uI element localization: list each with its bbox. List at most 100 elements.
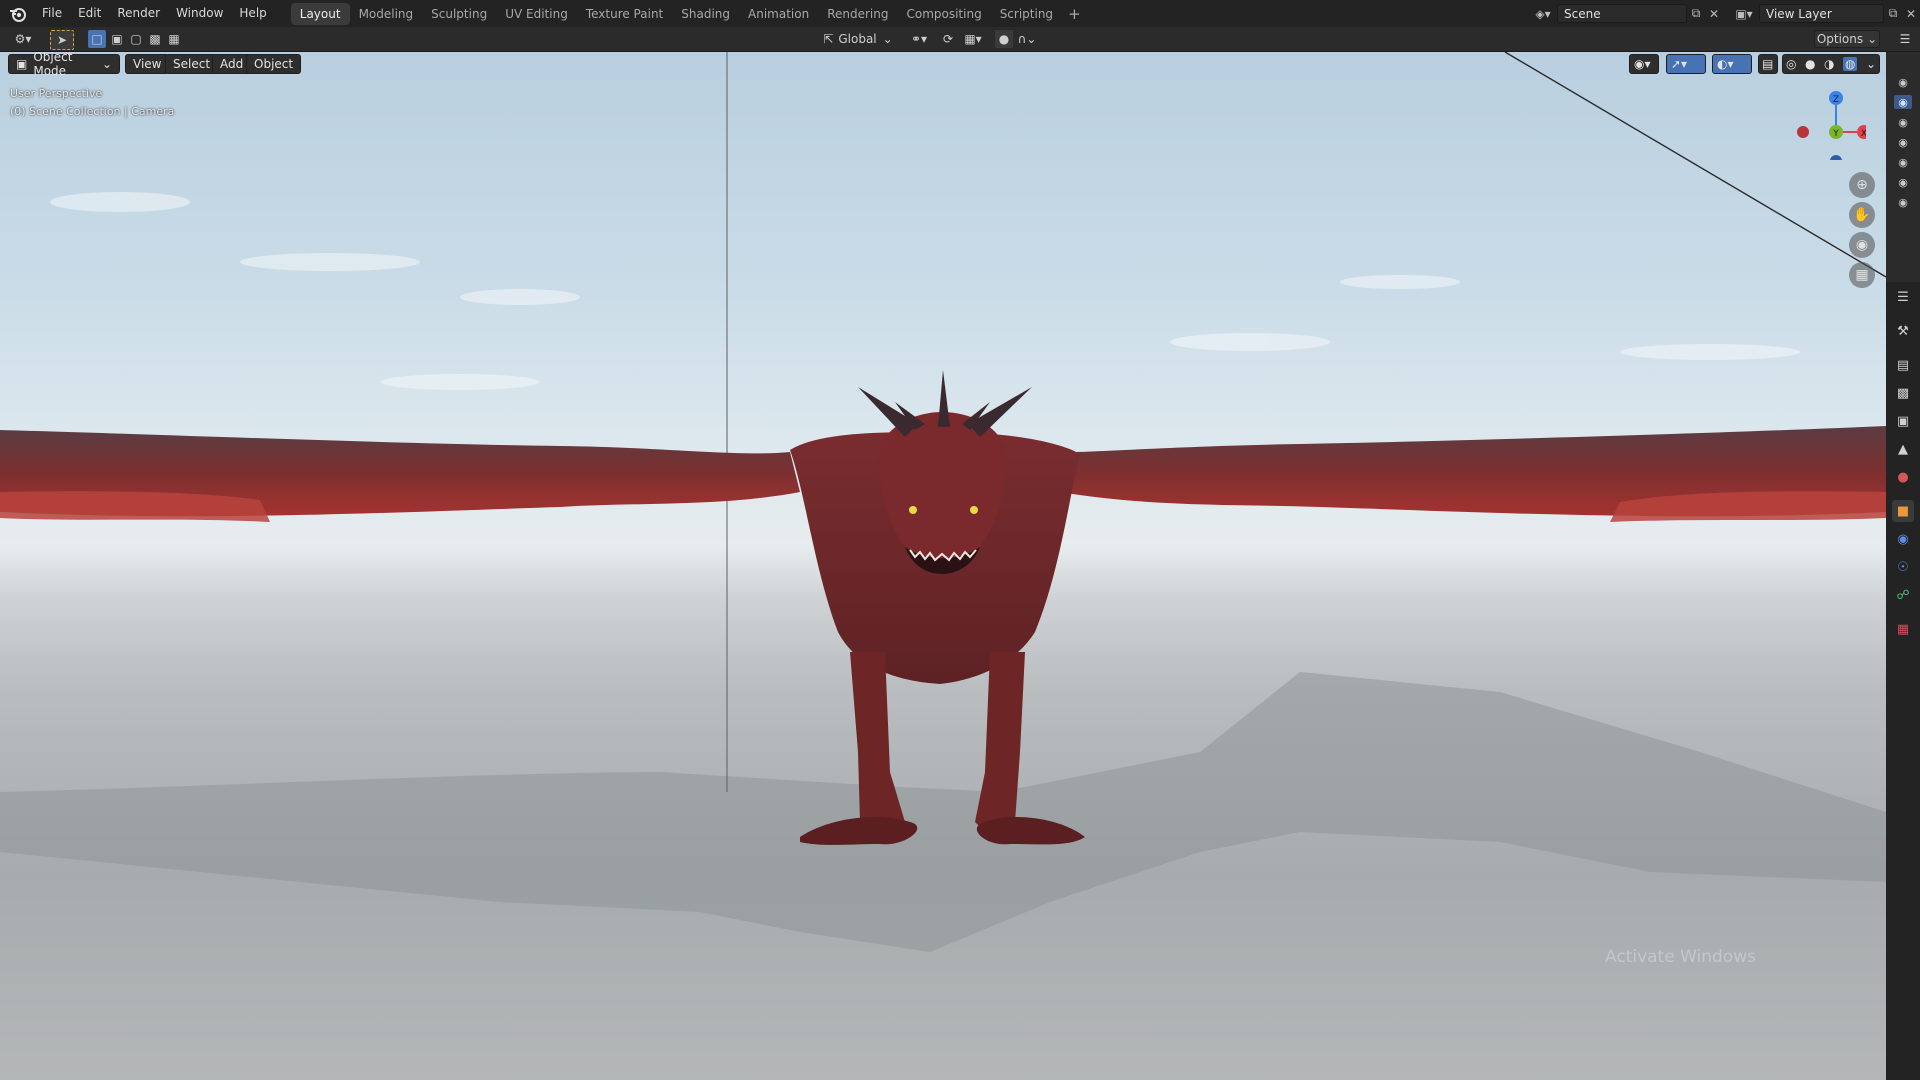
add-menu-label: Add [220,57,244,71]
transform-orientation-dropdown[interactable]: ⇱ Global ⌄ [818,30,898,48]
view-menu-label: View [133,57,162,71]
render-properties-icon[interactable]: ▤ [1892,354,1914,376]
delete-scene-icon[interactable]: ✕ [1705,5,1723,23]
scene-properties-icon[interactable]: ▲ [1892,438,1914,460]
world-properties-icon[interactable]: ● [1892,466,1914,488]
proportional-edit-icon[interactable]: ● [995,30,1013,48]
new-view-layer-icon[interactable]: ⧉ [1884,5,1902,23]
select-menu-label: Select [173,57,211,71]
editor-type-icon[interactable]: ⚙▾ [8,30,38,48]
menu-render[interactable]: Render [109,0,168,27]
options-label: Options [1816,32,1864,46]
tab-shading[interactable]: Shading [672,3,739,25]
solid-shading-icon[interactable]: ● [1805,57,1815,71]
view-layer-name-field[interactable]: View Layer [1759,4,1884,23]
camera-visibility-icon[interactable]: ◉ [1894,115,1912,129]
snap-toggle-icon[interactable]: ⟳ [939,30,957,48]
tab-scripting[interactable]: Scripting [991,3,1062,25]
scene-selector-group: ◈▾ Scene ⧉ ✕ ▣▾ View Layer ⧉ ✕ [1529,3,1920,24]
outliner-editor-icon[interactable]: ☰ [1896,30,1914,48]
xray-toggle-icon[interactable]: ▤ [1758,54,1778,74]
select-subtract-icon[interactable]: ▢ [127,30,145,48]
activate-windows-watermark: Activate Windows [1605,947,1756,967]
object-mode-dropdown[interactable]: ▣ Object Mode ⌄ [8,52,120,78]
scene-name-field[interactable]: Scene [1557,4,1687,23]
tab-uv-editing[interactable]: UV Editing [496,3,577,25]
scene-name: Scene [1564,6,1601,21]
view-layer-browse-icon[interactable]: ▣▾ [1729,5,1759,23]
tab-compositing[interactable]: Compositing [897,3,990,25]
physics-properties-icon[interactable]: ☉ [1892,556,1914,578]
falloff-curve-icon[interactable]: ∩⌄ [1016,30,1038,48]
camera-visibility-icon[interactable]: ◉ [1894,95,1912,109]
visibility-icon[interactable]: ◉▾ [1629,54,1659,74]
view-menu[interactable]: View [125,54,170,74]
navigation-gizmo[interactable]: Z Y X [1786,80,1866,160]
overlays-toggle-icon[interactable]: ◐▾ [1712,54,1752,74]
add-workspace-button[interactable]: + [1062,5,1087,23]
view-layer-properties-icon[interactable]: ▣ [1892,410,1914,432]
grid-ortho-icon[interactable]: ▦ [1849,262,1875,288]
tool-settings-icon[interactable]: ⚒ [1892,320,1914,342]
tab-modeling[interactable]: Modeling [350,3,423,25]
select-menu[interactable]: Select [165,54,219,74]
camera-visibility-icon[interactable]: ◉ [1894,195,1912,209]
new-scene-icon[interactable]: ⧉ [1687,5,1705,23]
camera-visibility-icon[interactable]: ◉ [1894,75,1912,89]
gizmo-toggle-icon[interactable]: ➚▾ [1666,54,1706,74]
select-cursor-icon[interactable]: ➤ [50,30,74,50]
menu-help[interactable]: Help [231,0,274,27]
workspace-tabs: Layout Modeling Sculpting UV Editing Tex… [290,0,1087,27]
pivot-point-icon[interactable]: ⚭▾ [904,30,934,48]
select-difference-icon[interactable]: ▩ [146,30,164,48]
orientation-icon: ⇱ [823,32,834,46]
camera-visibility-icon[interactable]: ◉ [1894,135,1912,149]
chevron-down-icon: ⌄ [1867,32,1878,46]
menu-edit[interactable]: Edit [70,0,109,27]
gizmo-y-label: Y [1832,129,1839,139]
hand-pan-icon[interactable]: ✋ [1849,202,1875,228]
constraints-properties-icon[interactable]: ☍ [1892,584,1914,606]
camera-visibility-icon[interactable]: ◉ [1894,175,1912,189]
tab-sculpting[interactable]: Sculpting [422,3,496,25]
dragon-eye-right [970,506,978,514]
blender-logo-icon[interactable] [8,4,28,24]
camera-visibility-icon[interactable]: ◉ [1894,155,1912,169]
view-layer-name: View Layer [1766,6,1832,21]
select-extend-icon[interactable]: ▣ [108,30,126,48]
options-dropdown[interactable]: Options ⌄ [1814,30,1880,48]
object-menu[interactable]: Object [246,54,302,74]
dragon-eye-left [909,506,917,514]
rendered-shading-icon[interactable]: ◍ [1842,57,1858,71]
wireframe-shading-icon[interactable]: ◎ [1786,57,1796,71]
dragon-shadow [0,672,1886,952]
camera-view-icon[interactable]: ◉ [1849,232,1875,258]
select-box-icon[interactable]: □ [88,30,106,48]
chevron-down-icon[interactable]: ⌄ [1866,57,1876,71]
zoom-icon[interactable]: ⊕ [1849,172,1875,198]
tab-animation[interactable]: Animation [739,3,818,25]
gizmo-x-label: X [1861,129,1866,139]
select-intersect-icon[interactable]: ▦ [165,30,183,48]
collection-info-label: (0) Scene Collection | Camera [10,105,175,118]
tab-texture-paint[interactable]: Texture Paint [577,3,672,25]
tab-layout[interactable]: Layout [290,2,350,25]
menu-window[interactable]: Window [168,0,231,27]
menu-file[interactable]: File [34,0,70,27]
modifier-properties-icon[interactable]: ◉ [1892,528,1914,550]
output-properties-icon[interactable]: ▩ [1892,382,1914,404]
shading-mode-group: ◎ ● ◑ ◍ ⌄ [1782,54,1880,74]
snap-target-icon[interactable]: ▦▾ [958,30,988,48]
3d-viewport[interactable]: ▣ Object Mode ⌄ View Select Add Object U… [0,52,1886,1080]
scene-render [0,52,1886,952]
material-shading-icon[interactable]: ◑ [1824,57,1834,71]
tab-rendering[interactable]: Rendering [818,3,897,25]
scene-browse-icon[interactable]: ◈▾ [1529,5,1557,23]
object-properties-icon[interactable]: ■ [1892,500,1914,522]
texture-properties-icon[interactable]: ▦ [1892,618,1914,640]
orientation-label: Global [838,32,877,46]
properties-editor-icon[interactable]: ☰ [1892,286,1914,308]
dragon-horns [858,370,1032,437]
properties-tabs: ☰ ⚒ ▤ ▩ ▣ ▲ ● ■ ◉ ☉ ☍ ▦ [1886,282,1920,1080]
delete-view-layer-icon[interactable]: ✕ [1902,5,1920,23]
